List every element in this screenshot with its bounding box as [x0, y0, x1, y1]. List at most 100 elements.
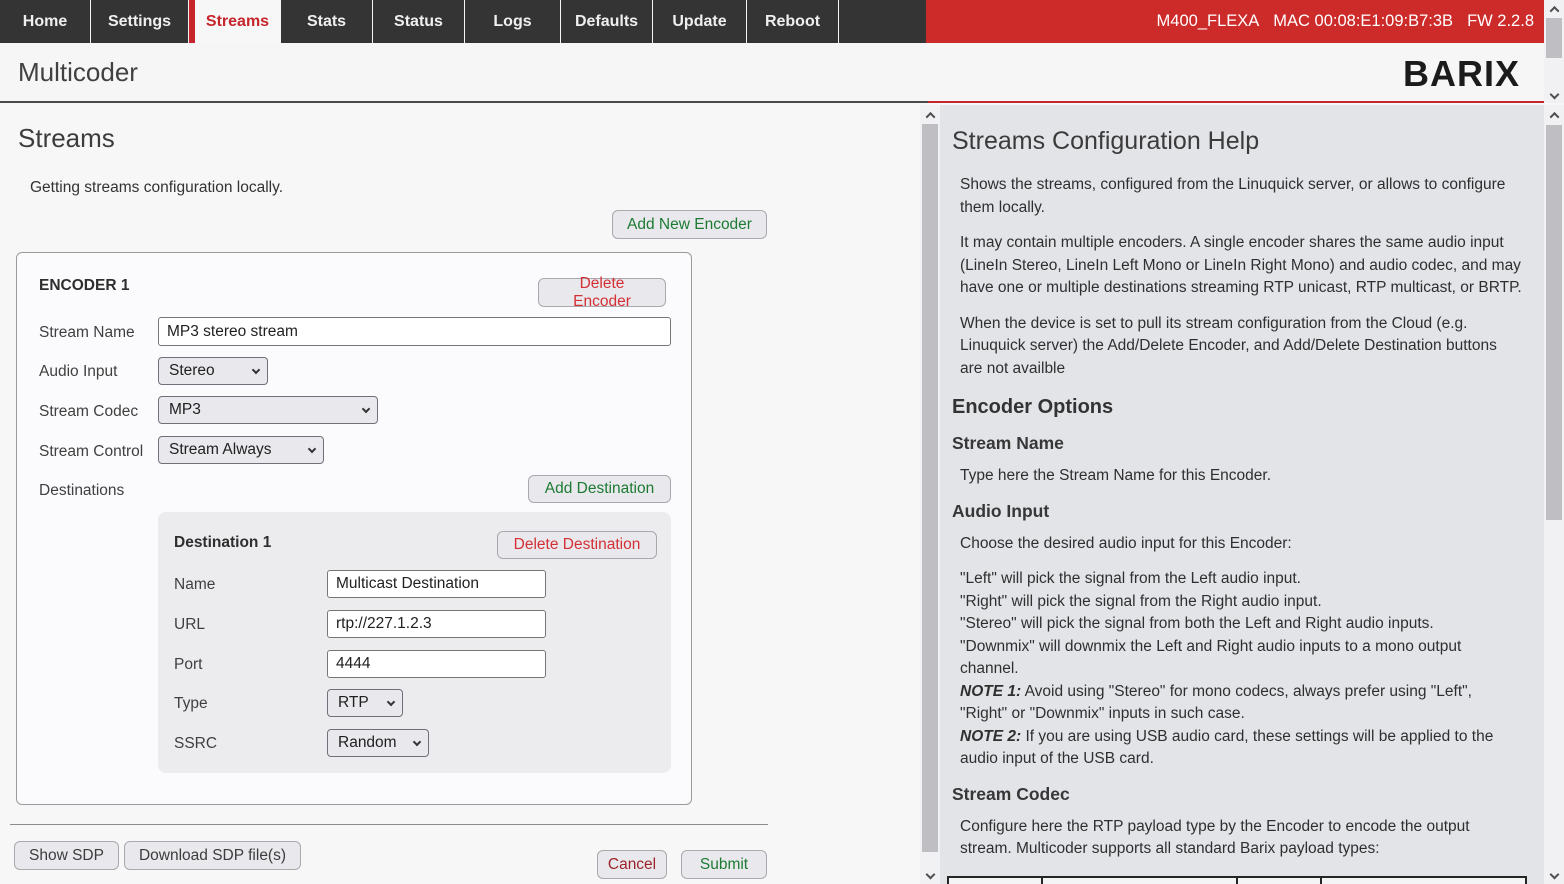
destination-port-label: Port	[174, 656, 202, 674]
destination-ssrc-label: SSRC	[174, 735, 217, 753]
help-table-cell	[1322, 878, 1525, 884]
help-stream-codec-heading: Stream Codec	[952, 784, 1522, 805]
show-sdp-button[interactable]: Show SDP	[14, 841, 119, 870]
cancel-button[interactable]: Cancel	[597, 850, 667, 879]
destination-type-label: Type	[174, 695, 208, 713]
chevron-down-icon	[308, 444, 316, 452]
help-line: "Right" will pick the signal from the Ri…	[960, 591, 1522, 614]
destination-title: Destination 1	[174, 534, 271, 552]
scroll-down-arrow-icon[interactable]	[920, 866, 940, 882]
help-table-cell	[949, 878, 1043, 884]
chevron-down-icon	[387, 697, 395, 705]
page-header: Multicoder BARIX	[0, 43, 1544, 101]
device-firmware: FW 2.2.8	[1467, 12, 1534, 31]
scroll-down-arrow-icon[interactable]	[1544, 866, 1564, 882]
destination-port-input[interactable]	[327, 650, 546, 678]
scrollbar-thumb[interactable]	[1546, 18, 1562, 58]
content-scrollbar[interactable]	[920, 105, 940, 884]
audio-input-value: Stereo	[169, 362, 215, 380]
footer-divider	[10, 824, 768, 825]
help-frame: Streams Configuration Help Shows the str…	[940, 105, 1544, 884]
window-scrollbar[interactable]	[1544, 0, 1564, 103]
destination-ssrc-select[interactable]: Random	[327, 729, 429, 757]
scrollbar-thumb[interactable]	[1546, 125, 1562, 520]
stream-codec-label: Stream Codec	[39, 403, 138, 421]
delete-encoder-button[interactable]: Delete Encoder	[538, 278, 666, 307]
nav-tab-settings[interactable]: Settings	[91, 0, 189, 43]
stream-control-label: Stream Control	[39, 443, 143, 461]
destination-url-label: URL	[174, 616, 205, 634]
nav-tab-logs[interactable]: Logs	[465, 0, 561, 43]
chevron-down-icon	[252, 365, 260, 373]
scroll-up-arrow-icon[interactable]	[1544, 107, 1564, 123]
help-note-2-label: NOTE 2:	[960, 728, 1021, 745]
help-title: Streams Configuration Help	[952, 127, 1522, 156]
help-payload-table	[947, 876, 1527, 884]
add-destination-button[interactable]: Add Destination	[528, 475, 671, 503]
destination-panel: Destination 1 Delete Destination Name UR…	[158, 512, 671, 773]
destinations-label: Destinations	[39, 482, 124, 500]
help-note-1-text: Avoid using "Stereo" for mono codecs, al…	[960, 683, 1472, 723]
audio-input-label: Audio Input	[39, 363, 117, 381]
help-audio-input-details: "Left" will pick the signal from the Lef…	[960, 568, 1522, 771]
stream-name-label: Stream Name	[39, 324, 135, 342]
destination-type-select[interactable]: RTP	[327, 689, 403, 717]
help-paragraph: Shows the streams, configured from the L…	[960, 174, 1522, 219]
help-note-2-text: If you are using USB audio card, these s…	[960, 728, 1493, 768]
add-new-encoder-button[interactable]: Add New Encoder	[612, 210, 767, 239]
stream-codec-value: MP3	[169, 401, 201, 419]
nav-tab-home[interactable]: Home	[0, 0, 91, 43]
help-audio-input-heading: Audio Input	[952, 501, 1522, 522]
scroll-down-arrow-icon[interactable]	[1544, 86, 1564, 102]
help-stream-name-text: Type here the Stream Name for this Encod…	[960, 465, 1522, 488]
help-line: "Stereo" will pick the signal from both …	[960, 613, 1522, 636]
help-audio-input-intro: Choose the desired audio input for this …	[960, 533, 1522, 556]
help-stream-codec-text: Configure here the RTP payload type by t…	[960, 816, 1522, 861]
header-divider-dark	[0, 101, 928, 103]
scroll-up-arrow-icon[interactable]	[920, 107, 940, 123]
streams-heading: Streams	[18, 123, 115, 154]
destination-ssrc-value: Random	[338, 734, 397, 752]
barix-logo: BARIX	[1403, 53, 1520, 95]
scrollbar-thumb[interactable]	[922, 124, 938, 852]
encoder-panel: ENCODER 1 Delete Encoder Stream Name Aud…	[16, 252, 692, 805]
streams-status-text: Getting streams configuration locally.	[30, 179, 283, 197]
chevron-down-icon	[362, 404, 370, 412]
delete-destination-button[interactable]: Delete Destination	[497, 531, 657, 559]
help-line: "Left" will pick the signal from the Lef…	[960, 568, 1522, 591]
header-divider-red	[928, 101, 1544, 103]
help-stream-name-heading: Stream Name	[952, 433, 1522, 454]
help-note-1: NOTE 1: Avoid using "Stereo" for mono co…	[960, 681, 1522, 726]
destination-type-value: RTP	[338, 694, 369, 712]
nav-tab-reboot[interactable]: Reboot	[747, 0, 839, 43]
page-title: Multicoder	[18, 57, 138, 88]
help-table-cell	[1043, 878, 1238, 884]
help-note-2: NOTE 2: If you are using USB audio card,…	[960, 726, 1522, 771]
submit-button[interactable]: Submit	[681, 850, 767, 879]
stream-control-select[interactable]: Stream Always	[158, 436, 324, 464]
stream-name-input[interactable]	[158, 317, 671, 346]
nav-tab-stats[interactable]: Stats	[281, 0, 373, 43]
stream-codec-select[interactable]: MP3	[158, 396, 378, 424]
help-line: "Downmix" will downmix the Left and Righ…	[960, 636, 1522, 681]
chevron-down-icon	[413, 737, 421, 745]
help-scrollbar[interactable]	[1544, 105, 1564, 884]
help-encoder-options-heading: Encoder Options	[952, 396, 1522, 419]
download-sdp-button[interactable]: Download SDP file(s)	[124, 841, 301, 870]
nav-tab-streams[interactable]: Streams	[189, 0, 281, 43]
nav-tab-status[interactable]: Status	[373, 0, 465, 43]
destination-url-input[interactable]	[327, 610, 546, 638]
audio-input-select[interactable]: Stereo	[158, 357, 268, 385]
device-info-banner: M400_FLEXA MAC 00:08:E1:09:B7:3B FW 2.2.…	[926, 0, 1544, 43]
nav-tab-update[interactable]: Update	[653, 0, 747, 43]
nav-tab-defaults[interactable]: Defaults	[561, 0, 653, 43]
help-table-cell	[1238, 878, 1322, 884]
streams-content-frame: Streams Getting streams configuration lo…	[0, 105, 920, 884]
help-paragraph: When the device is set to pull its strea…	[960, 313, 1522, 381]
destination-name-input[interactable]	[327, 570, 546, 598]
help-paragraph: It may contain multiple encoders. A sing…	[960, 232, 1522, 300]
destination-name-label: Name	[174, 576, 215, 594]
encoder-title: ENCODER 1	[39, 277, 129, 295]
scroll-up-arrow-icon[interactable]	[1544, 1, 1564, 17]
device-name: M400_FLEXA	[1157, 12, 1260, 31]
